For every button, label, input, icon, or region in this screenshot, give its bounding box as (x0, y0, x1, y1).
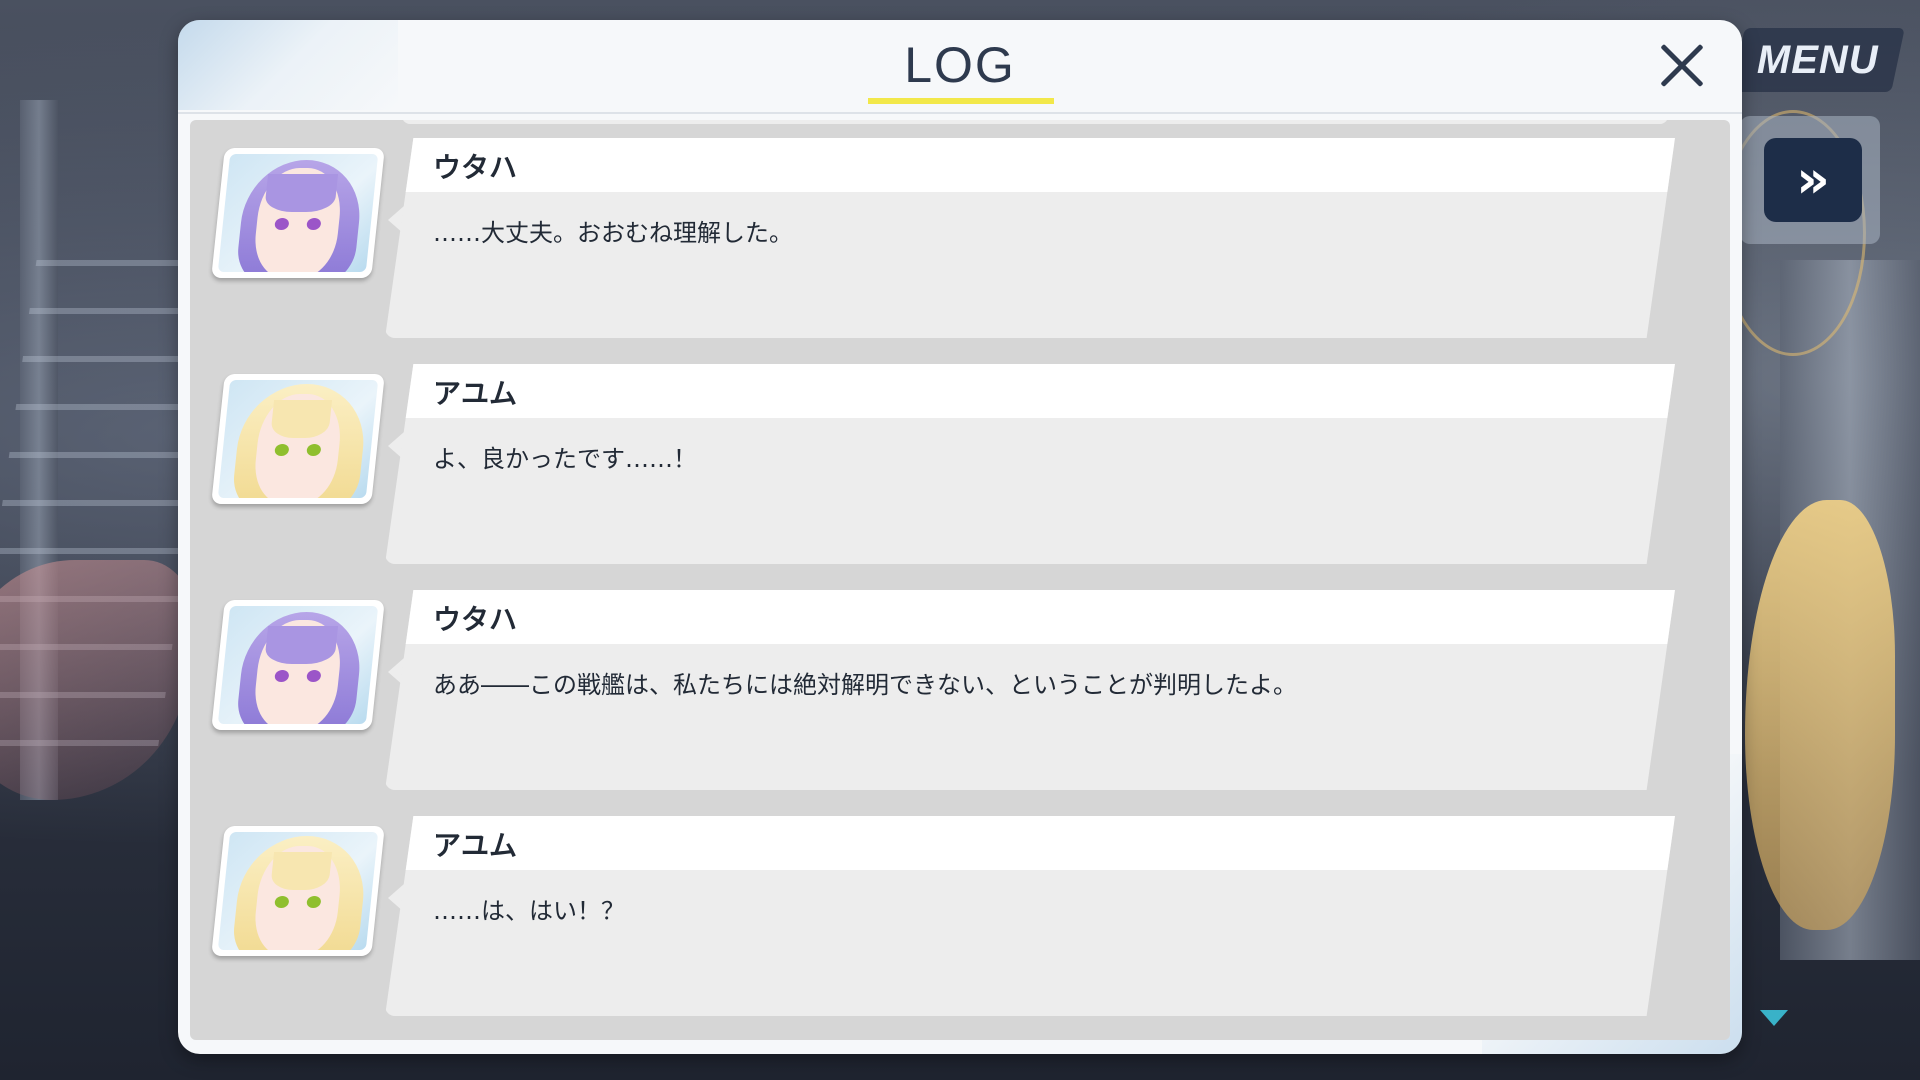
log-list[interactable]: ウタハ ……大丈夫。おおむね理解した。 アユム よ、良かったです……！ ウタハ … (190, 120, 1730, 1040)
speaker-name: アユム (433, 377, 518, 410)
speaker-name: ウタハ (433, 603, 518, 636)
previous-entry-peek (402, 120, 1668, 124)
dialogue-text: ……大丈夫。おおむね理解した。 (433, 219, 793, 247)
fast-forward-button[interactable]: » (1764, 138, 1862, 222)
ayumu-portrait (211, 826, 385, 956)
log-panel: LOG ウタハ ……大丈夫。おおむね理解した。 アユム よ、良かったです……！ … (178, 20, 1742, 1054)
dialogue-text: よ、良かったです……！ (433, 445, 697, 473)
dialogue-text: ああ――この戦艦は、私たちには絶対解明できない、ということが判明したよ。 (433, 671, 1297, 699)
speech-bubble: アユム ……は、はい！？ (385, 816, 1675, 1016)
name-band (385, 364, 1675, 418)
fast-forward-icon: » (1796, 150, 1830, 210)
menu-button[interactable]: MENU (1731, 28, 1905, 92)
dialogue-text: ……は、はい！？ (433, 897, 625, 925)
speech-bubble: アユム よ、良かったです……！ (385, 364, 1675, 564)
close-icon[interactable] (1650, 34, 1714, 98)
speech-bubble: ウタハ ああ――この戦艦は、私たちには絶対解明できない、ということが判明したよ。 (385, 590, 1675, 790)
ayumu-portrait (211, 374, 385, 504)
log-entry: ウタハ ああ――この戦艦は、私たちには絶対解明できない、ということが判明したよ。 (190, 590, 1730, 800)
log-header: LOG (178, 20, 1742, 114)
speech-bubble: ウタハ ……大丈夫。おおむね理解した。 (385, 138, 1675, 338)
utaha-portrait (211, 600, 385, 730)
log-entry: ウタハ ……大丈夫。おおむね理解した。 (190, 138, 1730, 348)
utaha-portrait (211, 148, 385, 278)
scroll-down-arrow-icon[interactable] (1760, 1010, 1788, 1026)
background-character-right (1745, 500, 1895, 930)
speaker-name: アユム (433, 829, 518, 862)
background-character-left (0, 560, 190, 800)
name-band (385, 816, 1675, 870)
title-underline (868, 98, 1054, 104)
menu-button-label: MENU (1757, 37, 1879, 82)
name-band (385, 138, 1675, 192)
log-title: LOG (904, 37, 1016, 93)
log-entry: アユム よ、良かったです……！ (190, 364, 1730, 574)
log-entry: アユム ……は、はい！？ (190, 816, 1730, 1026)
speaker-name: ウタハ (433, 151, 518, 184)
name-band (385, 590, 1675, 644)
